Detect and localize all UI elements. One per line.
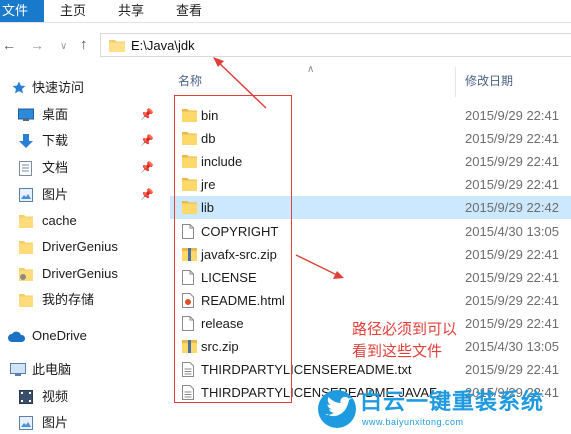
arrow-to-files	[295, 254, 340, 277]
annotation-line-1: 路径必须到可以	[352, 320, 458, 338]
arrow-to-address	[216, 60, 267, 109]
bird-logo-icon	[318, 390, 356, 428]
annotation-text: 路径必须到可以 看到这些文件	[352, 318, 457, 362]
annotation-arrows	[213, 57, 344, 279]
watermark: 白云一键重装系统 www.baiyunxitong.com	[318, 388, 571, 433]
watermark-url: www.baiyunxitong.com	[362, 417, 464, 427]
annotation-line-2: 看到这些文件	[352, 342, 443, 360]
arrowhead-icon	[333, 271, 344, 279]
watermark-title: 白云一键重装系统	[360, 389, 545, 414]
